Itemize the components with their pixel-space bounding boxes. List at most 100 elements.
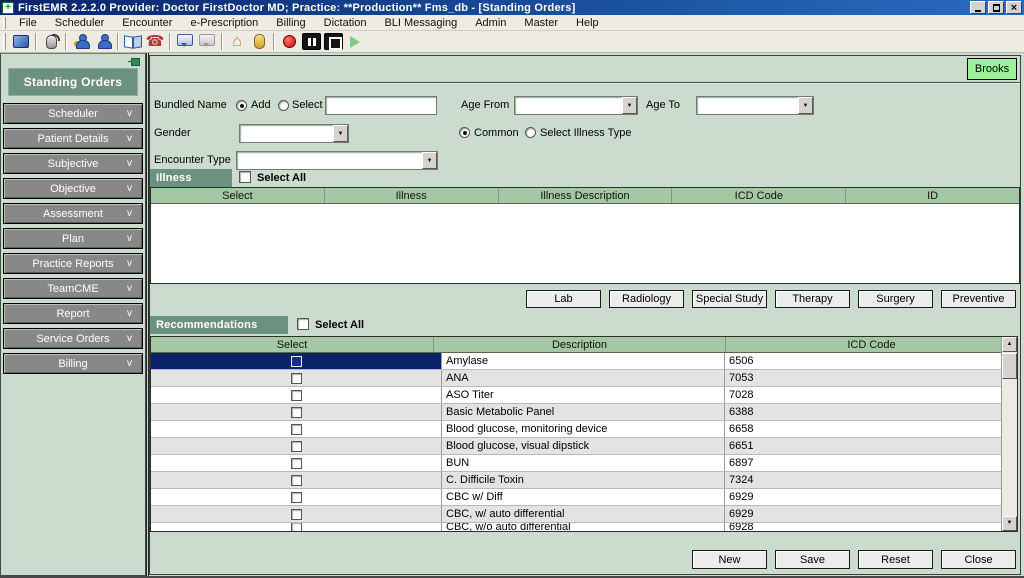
bundled-name-input[interactable] [325,96,437,115]
vertical-scrollbar[interactable]: ▲ ▼ [1001,337,1017,531]
row-select-cell[interactable] [151,353,442,369]
preventive-button[interactable]: Preventive [941,290,1016,308]
row-checkbox[interactable] [291,424,302,435]
lab-button[interactable]: Lab [526,290,601,308]
row-select-cell[interactable] [151,489,442,505]
encounter-type-dropdown-arrow[interactable]: ▼ [422,152,437,169]
monitor-icon[interactable] [10,32,32,51]
scroll-down-arrow-icon[interactable]: ▼ [1002,516,1017,531]
common-radio[interactable] [459,127,470,138]
therapy-button[interactable]: Therapy [775,290,850,308]
table-row[interactable]: CBC, w/ auto differential 6929 [151,506,1017,523]
age-from-select[interactable]: ▼ [514,96,638,115]
row-select-cell[interactable] [151,387,442,403]
separator[interactable] [273,33,275,50]
sidebar-item-objective[interactable]: Objective v [3,178,143,199]
table-row[interactable]: CBC w/ Diff 6929 [151,489,1017,506]
radiology-button[interactable]: Radiology [609,290,684,308]
row-checkbox[interactable] [291,356,302,367]
table-row[interactable]: C. Difficile Toxin 7324 [151,472,1017,489]
restore-button[interactable] [988,1,1004,14]
row-checkbox[interactable] [291,523,302,531]
close-button[interactable]: × [1006,1,1022,14]
table-row[interactable]: Blood glucose, visual dipstick 6651 [151,438,1017,455]
pin-icon[interactable] [128,57,140,65]
scroll-up-arrow-icon[interactable]: ▲ [1002,337,1017,352]
column-header[interactable]: ICD Code [726,337,1017,352]
row-select-cell[interactable] [151,506,442,522]
illness-select-all-checkbox[interactable] [239,171,251,183]
close-button[interactable]: Close [941,550,1016,569]
sidebar-item-patient-details[interactable]: Patient Details v [3,128,143,149]
menu-help[interactable]: Help [567,16,608,30]
column-header[interactable]: Illness [325,188,499,203]
message-disabled-icon[interactable] [196,32,218,51]
separator[interactable] [35,33,37,50]
table-row[interactable]: Basic Metabolic Panel 6388 [151,404,1017,421]
separator[interactable] [117,33,119,50]
recommendations-select-all-checkbox[interactable] [297,318,309,330]
chart-book-icon[interactable] [122,32,144,51]
row-checkbox[interactable] [291,475,302,486]
sidebar-item-practice-reports[interactable]: Practice Reports v [3,253,143,274]
row-checkbox[interactable] [291,441,302,452]
separator[interactable] [169,33,171,50]
menu-bli-messaging[interactable]: BLI Messaging [375,16,466,30]
reset-button[interactable]: Reset [858,550,933,569]
table-row[interactable]: ANA 7053 [151,370,1017,387]
sidebar-item-service-orders[interactable]: Service Orders v [3,328,143,349]
row-select-cell[interactable] [151,404,442,420]
surgery-button[interactable]: Surgery [858,290,933,308]
row-select-cell[interactable] [151,523,442,531]
minimize-button[interactable] [970,1,986,14]
add-radio[interactable] [236,100,247,111]
age-to-dropdown-arrow[interactable]: ▼ [798,97,813,114]
sidebar-item-billing[interactable]: Billing v [3,353,143,374]
column-header[interactable]: Description [434,337,726,352]
row-checkbox[interactable] [291,509,302,520]
column-header[interactable]: Select [151,188,325,203]
select-radio[interactable] [278,100,289,111]
row-checkbox[interactable] [291,407,302,418]
menu-master[interactable]: Master [515,16,567,30]
age-to-select[interactable]: ▼ [696,96,814,115]
separator[interactable] [221,33,223,50]
row-checkbox[interactable] [291,373,302,384]
row-checkbox[interactable] [291,390,302,401]
column-header[interactable]: Select [151,337,434,352]
play-icon[interactable] [344,32,366,51]
save-button[interactable]: Save [775,550,850,569]
mouse-icon[interactable] [40,32,62,51]
table-row[interactable]: BUN 6897 [151,455,1017,472]
row-select-cell[interactable] [151,455,442,471]
menu-e-prescription[interactable]: e-Prescription [181,16,267,30]
special-study-button[interactable]: Special Study [692,290,767,308]
menu-dictation[interactable]: Dictation [315,16,376,30]
row-checkbox[interactable] [291,458,302,469]
provider-brooks-button[interactable]: Brooks [967,58,1017,80]
pause-icon[interactable] [300,32,322,51]
sidebar-item-assessment[interactable]: Assessment v [3,203,143,224]
row-select-cell[interactable] [151,472,442,488]
sidebar-item-teamcme[interactable]: TeamCME v [3,278,143,299]
row-select-cell[interactable] [151,370,442,386]
scrollbar-thumb[interactable] [1002,353,1017,379]
table-row[interactable]: ASO Titer 7028 [151,387,1017,404]
patient-in-icon[interactable] [70,32,92,51]
column-header[interactable]: ICD Code [672,188,846,203]
new-button[interactable]: New [692,550,767,569]
table-row[interactable]: Blood glucose, monitoring device 6658 [151,421,1017,438]
table-row[interactable]: Amylase 6506 [151,353,1017,370]
phone-icon[interactable] [144,32,166,51]
alert-icon[interactable] [248,32,270,51]
sidebar-item-subjective[interactable]: Subjective v [3,153,143,174]
row-checkbox[interactable] [291,492,302,503]
separator[interactable] [65,33,67,50]
select-illness-type-radio[interactable] [525,127,536,138]
age-from-dropdown-arrow[interactable]: ▼ [622,97,637,114]
patient-icon[interactable] [92,32,114,51]
column-header[interactable]: Illness Description [499,188,673,203]
gender-select[interactable]: ▼ [239,124,349,143]
message-icon[interactable] [174,32,196,51]
menu-file[interactable]: File [10,16,46,30]
